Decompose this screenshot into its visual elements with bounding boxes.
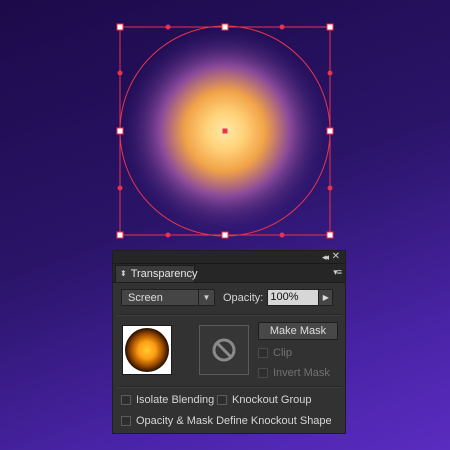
- isolate-blending-label: Isolate Blending: [136, 394, 215, 406]
- knockout-group-option[interactable]: Knockout Group: [217, 394, 312, 406]
- invert-mask-checkbox[interactable]: [258, 368, 268, 378]
- panel-menu-icon[interactable]: ▾≡: [333, 267, 342, 278]
- clip-option[interactable]: Clip: [258, 347, 292, 359]
- blend-mode-value: Screen: [128, 291, 163, 304]
- opacity-label: Opacity:: [223, 291, 264, 304]
- panel-tab-row: ⬍ Transparency ▾≡: [113, 264, 345, 283]
- thumbnail-image: [125, 328, 169, 372]
- tab-label: Transparency: [130, 268, 198, 280]
- invert-mask-option[interactable]: Invert Mask: [258, 367, 330, 379]
- center-point: [222, 128, 228, 134]
- knockout-group-label: Knockout Group: [232, 394, 312, 406]
- define-knockout-checkbox[interactable]: [121, 416, 131, 426]
- knockout-group-checkbox[interactable]: [217, 395, 227, 405]
- invert-mask-label: Invert Mask: [273, 367, 330, 379]
- divider: [117, 386, 341, 388]
- isolate-blending-option[interactable]: Isolate Blending: [121, 394, 214, 406]
- close-panel-icon[interactable]: ✕: [332, 251, 340, 263]
- chevron-down-icon[interactable]: ▼: [198, 290, 214, 305]
- blend-opacity-row: Screen ▼ Opacity: 100% ▶: [121, 289, 334, 306]
- clip-checkbox[interactable]: [258, 348, 268, 358]
- blend-mode-select[interactable]: Screen ▼: [121, 289, 215, 306]
- mask-thumbnail-slot[interactable]: [199, 325, 249, 375]
- artwork-thumbnail[interactable]: [122, 325, 172, 375]
- define-knockout-label: Opacity & Mask Define Knockout Shape: [136, 415, 332, 427]
- tab-transparency[interactable]: ⬍ Transparency: [115, 265, 198, 282]
- opacity-slider-toggle-icon[interactable]: ▶: [319, 289, 334, 306]
- collapse-panel-icon[interactable]: ◂◂: [322, 251, 329, 263]
- isolate-blending-checkbox[interactable]: [121, 395, 131, 405]
- panel-title-bar[interactable]: ◂◂ ✕: [113, 251, 345, 264]
- clip-label: Clip: [273, 347, 292, 359]
- opacity-input[interactable]: 100%: [267, 289, 320, 306]
- no-mask-icon: [212, 338, 236, 362]
- expand-options-icon[interactable]: ⬍: [120, 270, 127, 278]
- divider: [117, 314, 341, 316]
- artboard-canvas[interactable]: [0, 0, 450, 250]
- transparency-panel: ◂◂ ✕ ⬍ Transparency ▾≡ Screen ▼ Opacity:…: [112, 250, 346, 434]
- make-mask-button[interactable]: Make Mask: [258, 322, 338, 340]
- define-knockout-option[interactable]: Opacity & Mask Define Knockout Shape: [121, 415, 332, 427]
